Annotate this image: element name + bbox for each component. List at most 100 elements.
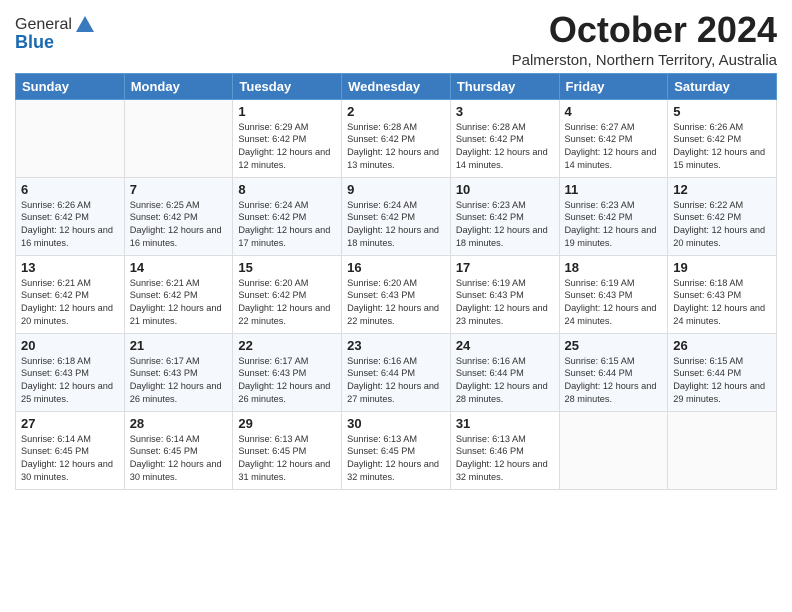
day-number: 11 [565, 182, 663, 197]
daylight-text: Daylight: 12 hours and 16 minutes. [21, 225, 113, 248]
sunset-text: Sunset: 6:43 PM [347, 290, 415, 300]
day-number: 30 [347, 416, 445, 431]
sunrise-text: Sunrise: 6:17 AM [238, 356, 308, 366]
calendar-week-row: 27 Sunrise: 6:14 AM Sunset: 6:45 PM Dayl… [16, 411, 777, 489]
daylight-text: Daylight: 12 hours and 22 minutes. [238, 303, 330, 326]
daylight-text: Daylight: 12 hours and 25 minutes. [21, 381, 113, 404]
sunrise-text: Sunrise: 6:18 AM [673, 278, 743, 288]
table-row: 29 Sunrise: 6:13 AM Sunset: 6:45 PM Dayl… [233, 411, 342, 489]
table-row: 15 Sunrise: 6:20 AM Sunset: 6:42 PM Dayl… [233, 255, 342, 333]
sunrise-text: Sunrise: 6:14 AM [21, 434, 91, 444]
day-info: Sunrise: 6:13 AM Sunset: 6:46 PM Dayligh… [456, 433, 554, 485]
sunrise-text: Sunrise: 6:13 AM [456, 434, 526, 444]
table-row: 6 Sunrise: 6:26 AM Sunset: 6:42 PM Dayli… [16, 177, 125, 255]
day-info: Sunrise: 6:13 AM Sunset: 6:45 PM Dayligh… [347, 433, 445, 485]
table-row: 3 Sunrise: 6:28 AM Sunset: 6:42 PM Dayli… [450, 99, 559, 177]
day-info: Sunrise: 6:18 AM Sunset: 6:43 PM Dayligh… [673, 277, 771, 329]
table-row [16, 99, 125, 177]
day-info: Sunrise: 6:25 AM Sunset: 6:42 PM Dayligh… [130, 199, 228, 251]
sunrise-text: Sunrise: 6:26 AM [673, 122, 743, 132]
day-info: Sunrise: 6:15 AM Sunset: 6:44 PM Dayligh… [565, 355, 663, 407]
calendar-week-row: 20 Sunrise: 6:18 AM Sunset: 6:43 PM Dayl… [16, 333, 777, 411]
day-number: 25 [565, 338, 663, 353]
table-row: 30 Sunrise: 6:13 AM Sunset: 6:45 PM Dayl… [342, 411, 451, 489]
daylight-text: Daylight: 12 hours and 32 minutes. [347, 459, 439, 482]
table-row [124, 99, 233, 177]
daylight-text: Daylight: 12 hours and 31 minutes. [238, 459, 330, 482]
sunset-text: Sunset: 6:45 PM [238, 446, 306, 456]
sunrise-text: Sunrise: 6:15 AM [673, 356, 743, 366]
day-info: Sunrise: 6:27 AM Sunset: 6:42 PM Dayligh… [565, 121, 663, 173]
table-row: 21 Sunrise: 6:17 AM Sunset: 6:43 PM Dayl… [124, 333, 233, 411]
sunset-text: Sunset: 6:46 PM [456, 446, 524, 456]
header-thursday: Thursday [450, 73, 559, 99]
header-row: General Blue October 2024 Palmerston, No… [15, 10, 777, 69]
table-row: 14 Sunrise: 6:21 AM Sunset: 6:42 PM Dayl… [124, 255, 233, 333]
sunrise-text: Sunrise: 6:17 AM [130, 356, 200, 366]
daylight-text: Daylight: 12 hours and 30 minutes. [130, 459, 222, 482]
daylight-text: Daylight: 12 hours and 29 minutes. [673, 381, 765, 404]
sunrise-text: Sunrise: 6:16 AM [347, 356, 417, 366]
day-number: 15 [238, 260, 336, 275]
day-info: Sunrise: 6:20 AM Sunset: 6:43 PM Dayligh… [347, 277, 445, 329]
sunset-text: Sunset: 6:42 PM [238, 212, 306, 222]
sunset-text: Sunset: 6:45 PM [130, 446, 198, 456]
day-info: Sunrise: 6:18 AM Sunset: 6:43 PM Dayligh… [21, 355, 119, 407]
sunset-text: Sunset: 6:43 PM [238, 368, 306, 378]
day-info: Sunrise: 6:19 AM Sunset: 6:43 PM Dayligh… [565, 277, 663, 329]
table-row: 7 Sunrise: 6:25 AM Sunset: 6:42 PM Dayli… [124, 177, 233, 255]
logo-icon [74, 14, 96, 36]
day-number: 29 [238, 416, 336, 431]
page-container: General Blue October 2024 Palmerston, No… [0, 0, 792, 500]
sunrise-text: Sunrise: 6:24 AM [238, 200, 308, 210]
daylight-text: Daylight: 12 hours and 22 minutes. [347, 303, 439, 326]
sunset-text: Sunset: 6:42 PM [565, 134, 633, 144]
sunrise-text: Sunrise: 6:23 AM [456, 200, 526, 210]
day-number: 16 [347, 260, 445, 275]
day-number: 14 [130, 260, 228, 275]
table-row: 4 Sunrise: 6:27 AM Sunset: 6:42 PM Dayli… [559, 99, 668, 177]
daylight-text: Daylight: 12 hours and 14 minutes. [565, 147, 657, 170]
calendar-header-row: Sunday Monday Tuesday Wednesday Thursday… [16, 73, 777, 99]
day-number: 3 [456, 104, 554, 119]
day-number: 19 [673, 260, 771, 275]
sunset-text: Sunset: 6:43 PM [130, 368, 198, 378]
daylight-text: Daylight: 12 hours and 17 minutes. [238, 225, 330, 248]
sunrise-text: Sunrise: 6:13 AM [238, 434, 308, 444]
sunset-text: Sunset: 6:44 PM [347, 368, 415, 378]
daylight-text: Daylight: 12 hours and 18 minutes. [347, 225, 439, 248]
sunset-text: Sunset: 6:43 PM [456, 290, 524, 300]
day-number: 23 [347, 338, 445, 353]
logo: General Blue [15, 14, 96, 53]
daylight-text: Daylight: 12 hours and 24 minutes. [565, 303, 657, 326]
day-info: Sunrise: 6:26 AM Sunset: 6:42 PM Dayligh… [21, 199, 119, 251]
calendar-table: Sunday Monday Tuesday Wednesday Thursday… [15, 73, 777, 490]
sunset-text: Sunset: 6:42 PM [238, 290, 306, 300]
daylight-text: Daylight: 12 hours and 18 minutes. [456, 225, 548, 248]
month-title: October 2024 [512, 10, 777, 50]
daylight-text: Daylight: 12 hours and 24 minutes. [673, 303, 765, 326]
day-info: Sunrise: 6:19 AM Sunset: 6:43 PM Dayligh… [456, 277, 554, 329]
table-row: 28 Sunrise: 6:14 AM Sunset: 6:45 PM Dayl… [124, 411, 233, 489]
daylight-text: Daylight: 12 hours and 16 minutes. [130, 225, 222, 248]
sunset-text: Sunset: 6:42 PM [21, 290, 89, 300]
table-row: 17 Sunrise: 6:19 AM Sunset: 6:43 PM Dayl… [450, 255, 559, 333]
day-number: 27 [21, 416, 119, 431]
daylight-text: Daylight: 12 hours and 20 minutes. [673, 225, 765, 248]
sunset-text: Sunset: 6:42 PM [130, 212, 198, 222]
table-row [668, 411, 777, 489]
sunrise-text: Sunrise: 6:24 AM [347, 200, 417, 210]
sunset-text: Sunset: 6:43 PM [565, 290, 633, 300]
day-info: Sunrise: 6:17 AM Sunset: 6:43 PM Dayligh… [130, 355, 228, 407]
sunrise-text: Sunrise: 6:22 AM [673, 200, 743, 210]
sunset-text: Sunset: 6:42 PM [456, 212, 524, 222]
sunrise-text: Sunrise: 6:20 AM [347, 278, 417, 288]
day-number: 28 [130, 416, 228, 431]
day-info: Sunrise: 6:15 AM Sunset: 6:44 PM Dayligh… [673, 355, 771, 407]
sunset-text: Sunset: 6:42 PM [673, 212, 741, 222]
day-number: 1 [238, 104, 336, 119]
table-row: 27 Sunrise: 6:14 AM Sunset: 6:45 PM Dayl… [16, 411, 125, 489]
day-number: 10 [456, 182, 554, 197]
header-sunday: Sunday [16, 73, 125, 99]
daylight-text: Daylight: 12 hours and 30 minutes. [21, 459, 113, 482]
